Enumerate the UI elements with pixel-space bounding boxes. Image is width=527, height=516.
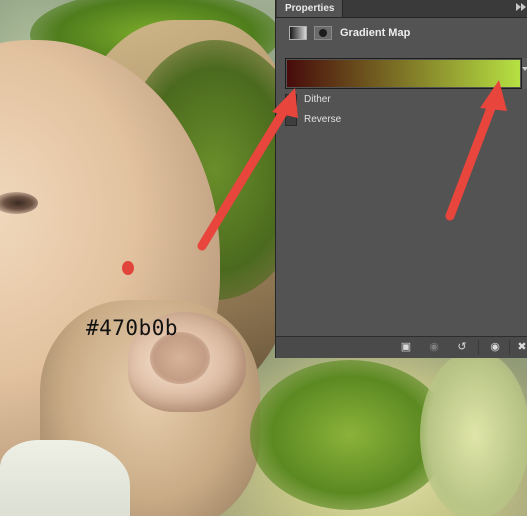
gradient-map-adjustment-icon[interactable] [289, 26, 307, 40]
panel-title: Gradient Map [340, 27, 411, 39]
gradient-picker[interactable] [285, 58, 522, 89]
panel-footer: ▣ ◉ ↺ ◉ ✖ [276, 336, 527, 358]
reverse-checkbox[interactable] [285, 114, 297, 126]
sky-glow [420, 350, 527, 516]
dither-checkbox[interactable] [285, 94, 297, 106]
visibility-eye-icon[interactable]: ◉ [485, 340, 505, 355]
properties-panel: Properties Gradient Map Dither Reverse ▣… [275, 0, 527, 358]
view-previous-state-icon[interactable]: ◉ [424, 340, 444, 355]
panel-header: Gradient Map [276, 17, 527, 51]
gradient-preview[interactable] [287, 60, 520, 87]
footer-divider [478, 340, 479, 355]
color-sample-dot [122, 261, 134, 275]
clip-to-layer-icon[interactable]: ▣ [396, 340, 416, 355]
gradient-dropdown-button[interactable] [522, 58, 527, 89]
footer-divider [509, 340, 510, 355]
delete-icon[interactable]: ✖ [512, 340, 527, 355]
tab-properties[interactable]: Properties [277, 0, 344, 17]
left-color-label: #470b0b [86, 316, 179, 340]
dither-label: Dither [304, 94, 331, 105]
layer-mask-icon[interactable] [314, 26, 332, 40]
reset-icon[interactable]: ↺ [452, 340, 472, 355]
reverse-label: Reverse [304, 114, 342, 125]
panel-menu-icon[interactable] [521, 3, 526, 11]
panel-tab-bar: Properties [276, 0, 527, 18]
